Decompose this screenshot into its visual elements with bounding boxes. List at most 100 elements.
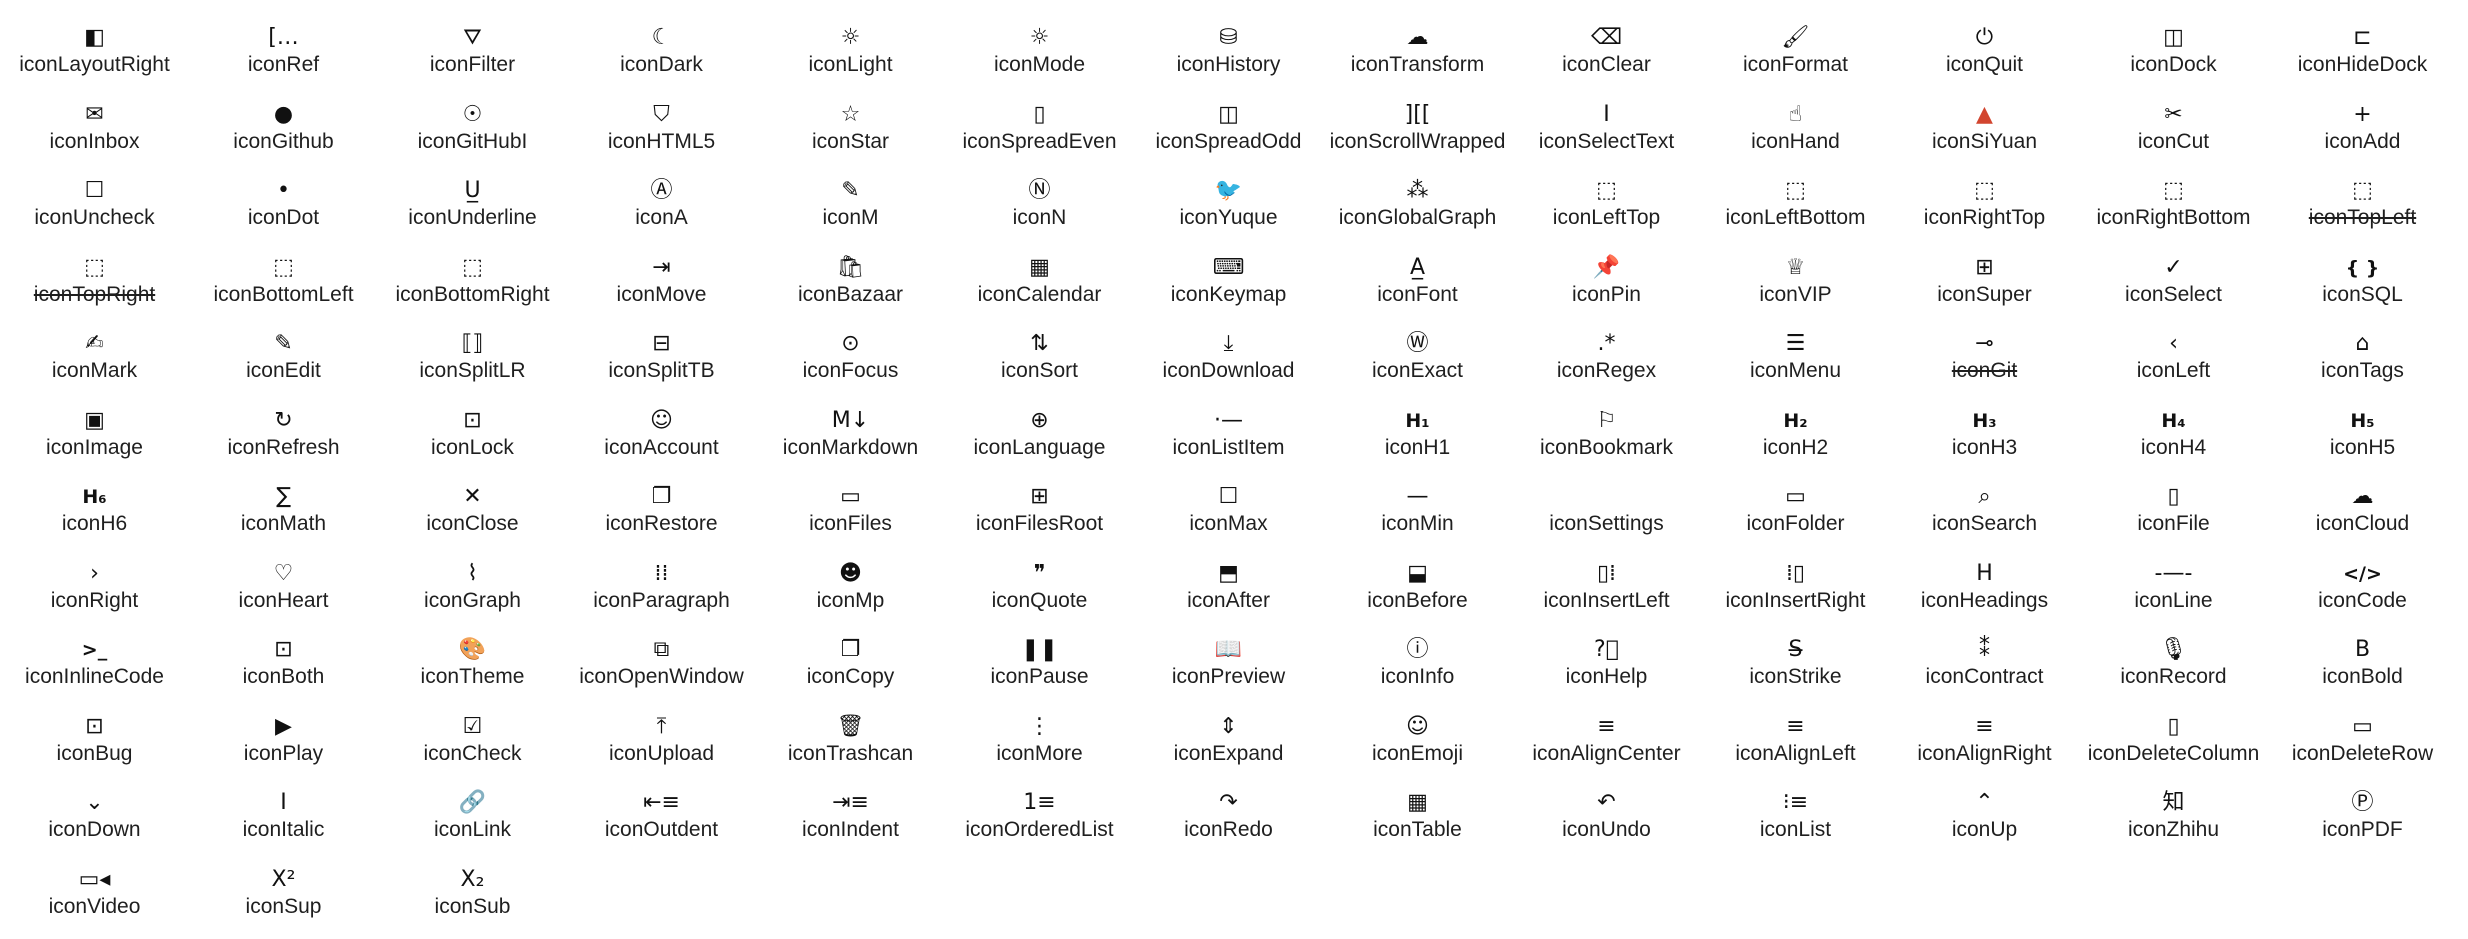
icon-tile[interactable]: H₂ iconH2 [1701, 399, 1890, 476]
icon-tile[interactable]: ][[iconScrollWrapped [1323, 93, 1512, 170]
icon-tile[interactable]: ● iconGithub [189, 93, 378, 170]
icon-tile[interactable]: ⬚ iconRightTop [1890, 169, 2079, 246]
icon-tile[interactable]: ✕ iconClose [378, 475, 567, 552]
icon-tile[interactable]: ⊕ iconLanguage [945, 399, 1134, 476]
icon-tile[interactable]: X₂ iconSub [378, 858, 567, 935]
icon-tile[interactable]: ⌃ iconUp [1890, 781, 2079, 858]
icon-tile[interactable]: ⓌiconExact [1323, 322, 1512, 399]
icon-tile[interactable]: H₁ iconH1 [1323, 399, 1512, 476]
icon-tile[interactable]: + iconAdd [2268, 93, 2457, 170]
icon-tile[interactable]: ‹ iconLeft [2079, 322, 2268, 399]
icon-tile[interactable]: ♕ iconVIP [1701, 246, 1890, 323]
icon-tile[interactable]: ▭◂ iconVideo [0, 858, 189, 935]
icon-tile[interactable]: ☑ iconCheck [378, 705, 567, 782]
icon-tile[interactable]: ⬚ iconTopRight [0, 246, 189, 323]
icon-tile[interactable]: ☆ iconStar [756, 93, 945, 170]
icon-tile[interactable]: — iconMin [1323, 475, 1512, 552]
icon-tile[interactable]: ☻ iconMp [756, 552, 945, 629]
icon-tile[interactable]: ☺ iconAccount [567, 399, 756, 476]
icon-tile[interactable]: 🎨 iconTheme [378, 628, 567, 705]
icon-tile[interactable]: H₃ iconH3 [1890, 399, 2079, 476]
icon-tile[interactable]: ☁ iconTransform [1323, 16, 1512, 93]
icon-tile[interactable]: ✎ iconEdit [189, 322, 378, 399]
icon-tile[interactable]: ⬚ iconLeftBottom [1701, 169, 1890, 246]
icon-tile[interactable]: X² iconSup [189, 858, 378, 935]
icon-tile[interactable]: ☼ iconLight [756, 16, 945, 93]
icon-tile[interactable]: ▯ iconDeleteColumn [2079, 705, 2268, 782]
icon-tile[interactable]: ⇕ iconExpand [1134, 705, 1323, 782]
icon-tile[interactable]: { } iconSQL [2268, 246, 2457, 323]
icon-tile[interactable]: 1≡ iconOrderedList [945, 781, 1134, 858]
icon-tile[interactable]: ♡ iconHeart [189, 552, 378, 629]
icon-tile[interactable]: ☉ iconGitHubI [378, 93, 567, 170]
icon-tile[interactable]: ☁ iconCloud [2268, 475, 2457, 552]
icon-tile[interactable]: ⁂ iconGlobalGraph [1323, 169, 1512, 246]
icon-tile[interactable]: -—- iconLine [2079, 552, 2268, 629]
icon-tile[interactable]: ⒶiconA [567, 169, 756, 246]
icon-tile[interactable]: ⊡ iconLock [378, 399, 567, 476]
icon-tile[interactable]: ❞ iconQuote [945, 552, 1134, 629]
icon-tile[interactable]: ↷ iconRedo [1134, 781, 1323, 858]
icon-tile[interactable]: ⁞⁞ iconParagraph [567, 552, 756, 629]
icon-tile[interactable]: ▶ iconPlay [189, 705, 378, 782]
icon-tile[interactable]: ☝ iconHand [1701, 93, 1890, 170]
icon-tile[interactable]: ⌇ iconGraph [378, 552, 567, 629]
icon-tile[interactable]: ↻ iconRefresh [189, 399, 378, 476]
icon-tile[interactable]: 🔗 iconLink [378, 781, 567, 858]
icon-tile[interactable]: ❐ iconCopy [756, 628, 945, 705]
icon-tile[interactable]: ⇥ iconMove [567, 246, 756, 323]
icon-tile[interactable]: ☾ iconDark [567, 16, 756, 93]
icon-tile[interactable]: ▭ iconFolder [1701, 475, 1890, 552]
icon-tile[interactable]: H₄ iconH4 [2079, 399, 2268, 476]
icon-tile[interactable]: ▯ iconFile [2079, 475, 2268, 552]
icon-tile[interactable]: ⛛ iconFilter [378, 16, 567, 93]
icon-tile[interactable]: ⊙ iconFocus [756, 322, 945, 399]
icon-tile[interactable]: ≡ iconAlignRight [1890, 705, 2079, 782]
icon-tile[interactable]: ▣ iconImage [0, 399, 189, 476]
icon-tile[interactable]: ◫ iconSpreadOdd [1134, 93, 1323, 170]
icon-tile[interactable]: 🎙 iconRecord [2079, 628, 2268, 705]
icon-tile[interactable]: >_ iconInlineCode [0, 628, 189, 705]
icon-tile[interactable]: ⓃiconN [945, 169, 1134, 246]
icon-tile[interactable]: ⟦⟧ iconSplitLR [378, 322, 567, 399]
icon-tile[interactable]: 🛍 iconBazaar [756, 246, 945, 323]
icon-tile[interactable]: ⌕ iconSearch [1890, 475, 2079, 552]
icon-tile[interactable]: ⬚ iconRightBottom [2079, 169, 2268, 246]
icon-tile[interactable]: M↓ iconMarkdown [756, 399, 945, 476]
icon-tile[interactable]: ⏻ iconQuit [1890, 16, 2079, 93]
icon-tile[interactable]: 🗑 iconTrashcan [756, 705, 945, 782]
icon-tile[interactable]: ⬚ iconBottomRight [378, 246, 567, 323]
icon-tile[interactable]: IiconSelectText [1512, 93, 1701, 170]
icon-tile[interactable]: ⋮ iconMore [945, 705, 1134, 782]
icon-tile[interactable]: ⤒ iconUpload [567, 705, 756, 782]
icon-tile[interactable]: ?⃝ iconHelp [1512, 628, 1701, 705]
icon-tile[interactable]: ⚐ iconBookmark [1512, 399, 1701, 476]
icon-tile[interactable]: ·— iconListItem [1134, 399, 1323, 476]
icon-tile[interactable]: ∑ iconMath [189, 475, 378, 552]
icon-tile[interactable]: ❐ iconRestore [567, 475, 756, 552]
icon-tile[interactable]: ≡ iconAlignLeft [1701, 705, 1890, 782]
icon-tile[interactable]: ⊏ iconHideDock [2268, 16, 2457, 93]
icon-tile[interactable]: ☺ iconEmoji [1323, 705, 1512, 782]
icon-tile[interactable]: ✓ iconSelect [2079, 246, 2268, 323]
icon-tile[interactable]: ⁝≡ iconList [1701, 781, 1890, 858]
icon-tile[interactable]: A̲ iconFont [1323, 246, 1512, 323]
icon-tile[interactable]: ⇅ iconSort [945, 322, 1134, 399]
icon-tile[interactable]: ❚❚ iconPause [945, 628, 1134, 705]
icon-tile[interactable]: ⌨ iconKeymap [1134, 246, 1323, 323]
icon-tile[interactable]: ⓘ iconInfo [1323, 628, 1512, 705]
icon-tile[interactable]: ▲ iconSiYuan [1890, 93, 2079, 170]
icon-tile[interactable]: ⊡ iconBug [0, 705, 189, 782]
icon-tile[interactable]: ⬚ iconLeftTop [1512, 169, 1701, 246]
icon-tile[interactable]: ⇥≡ iconIndent [756, 781, 945, 858]
icon-tile[interactable]: H₆ iconH6 [0, 475, 189, 552]
icon-tile[interactable]: ⊞ iconSuper [1890, 246, 2079, 323]
icon-tile[interactable]: ⌂ iconTags [2268, 322, 2457, 399]
icon-tile[interactable]: ⌫ iconClear [1512, 16, 1701, 93]
icon-tile[interactable]: </> iconCode [2268, 552, 2457, 629]
icon-tile[interactable]: 🐦 iconYuque [1134, 169, 1323, 246]
icon-tile[interactable]: ⬓ iconBefore [1323, 552, 1512, 629]
icon-tile[interactable]: ⧉ iconOpenWindow [567, 628, 756, 705]
icon-tile[interactable]: ✎ iconM [756, 169, 945, 246]
icon-tile[interactable]: ⁞▯ iconInsertRight [1701, 552, 1890, 629]
